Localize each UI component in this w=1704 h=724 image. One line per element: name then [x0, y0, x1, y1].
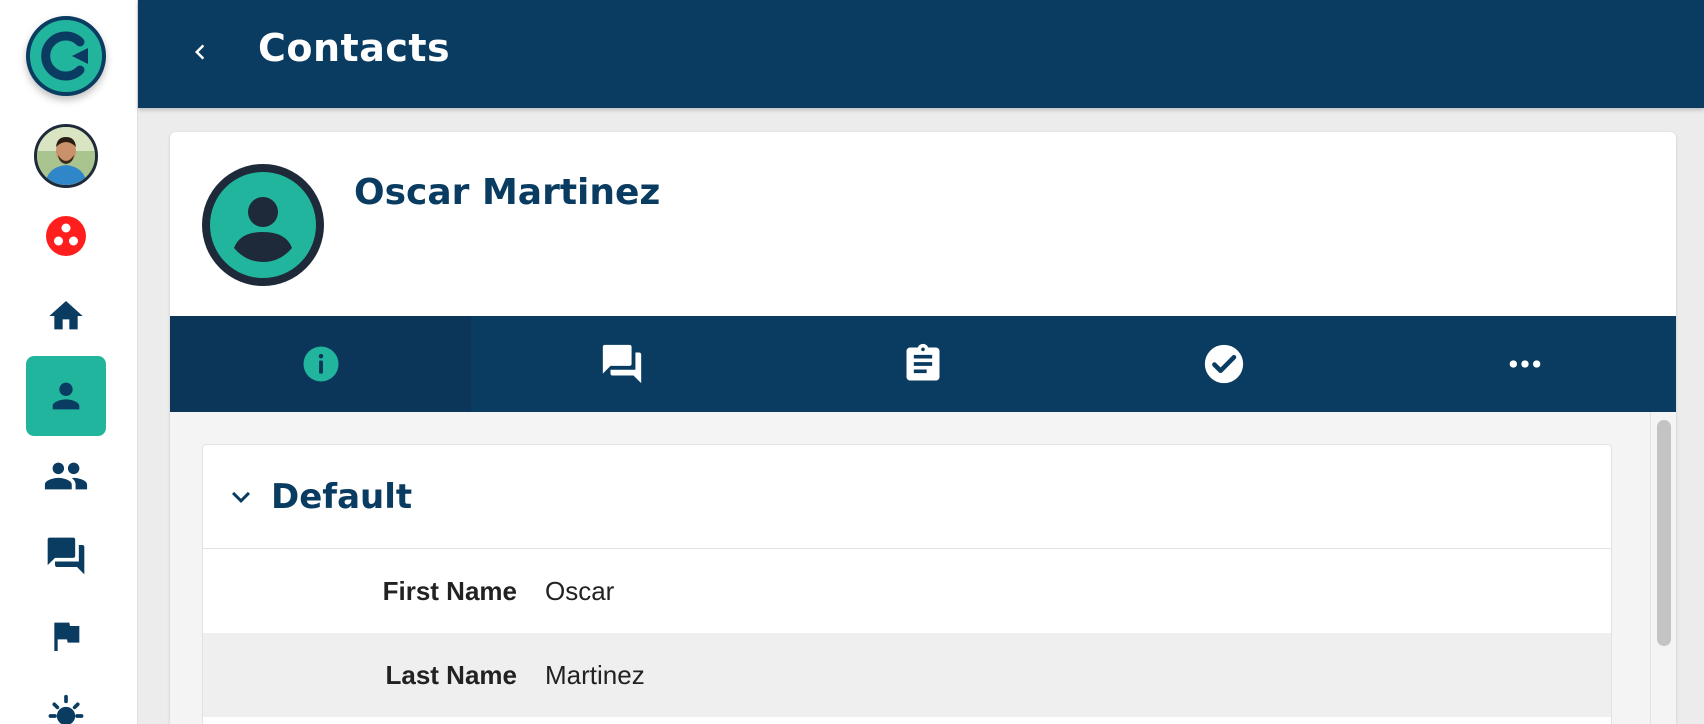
tab-notes[interactable] — [772, 316, 1073, 412]
field-row-first-name: First Name Oscar — [203, 549, 1611, 633]
flag-icon[interactable] — [26, 596, 106, 676]
more-horizontal-icon — [1510, 360, 1541, 368]
default-section: Default First Name Oscar Last Name Marti… — [202, 444, 1612, 724]
user-avatar[interactable] — [34, 124, 98, 188]
field-row-last-name: Last Name Martinez — [203, 633, 1611, 717]
section-header[interactable]: Default — [203, 445, 1611, 549]
scrollbar[interactable] — [1650, 412, 1676, 724]
tab-bar — [170, 316, 1676, 412]
apps-dots-icon[interactable] — [26, 196, 106, 276]
field-value: Martinez — [545, 659, 645, 690]
page-title: Contacts — [258, 26, 451, 70]
field-label: First Name — [382, 575, 517, 606]
forum-icon[interactable] — [26, 516, 106, 596]
tab-tasks[interactable] — [1074, 316, 1375, 412]
chevron-down-icon[interactable] — [211, 479, 271, 515]
brand-logo-icon[interactable] — [26, 16, 106, 96]
check-circle-icon — [1205, 344, 1244, 384]
info-icon — [303, 346, 339, 382]
account-circle-icon — [202, 164, 324, 286]
field-label: Last Name — [385, 659, 518, 690]
sidebar — [0, 0, 138, 724]
chevron-left-icon — [195, 44, 205, 60]
details-content: Default First Name Oscar Last Name Marti… — [170, 412, 1676, 724]
field-value: Oscar — [545, 575, 615, 606]
people-icon[interactable] — [26, 436, 106, 516]
scrollbar-thumb[interactable] — [1657, 420, 1671, 646]
home-icon[interactable] — [26, 276, 106, 356]
top-bar: Contacts — [138, 0, 1704, 108]
clipboard-icon — [906, 343, 940, 381]
tab-conversations[interactable] — [471, 316, 772, 412]
section-title: Default — [271, 476, 413, 517]
contact-name: Oscar Martinez — [354, 172, 661, 213]
forum-icon — [602, 344, 641, 384]
back-button[interactable] — [178, 30, 222, 74]
person-icon[interactable] — [26, 356, 106, 436]
sun-icon[interactable] — [26, 676, 106, 724]
contact-card: Oscar Martinez Default First Name Oscar … — [170, 132, 1676, 724]
tab-more[interactable] — [1375, 316, 1676, 412]
tab-info[interactable] — [170, 316, 472, 412]
